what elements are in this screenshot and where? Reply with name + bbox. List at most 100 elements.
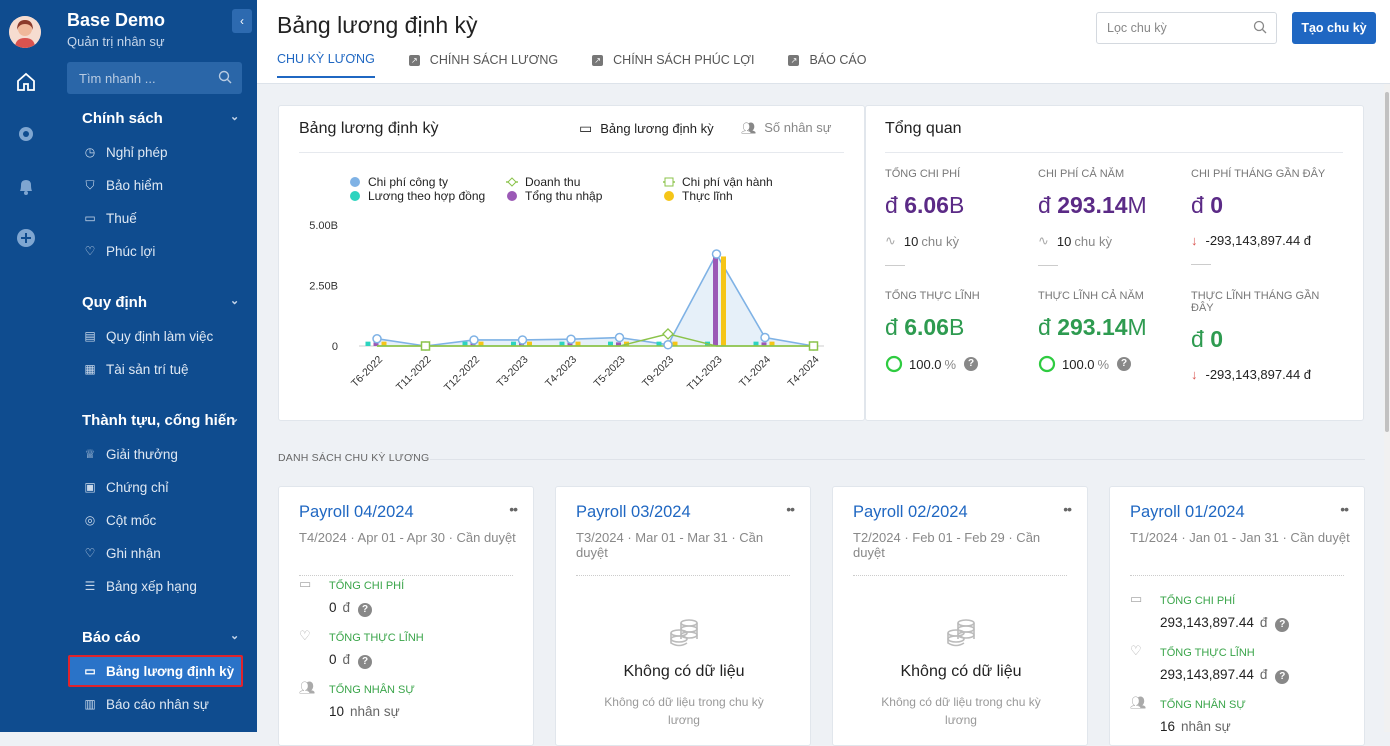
plus-circle-icon[interactable]: [14, 226, 38, 250]
payroll-desc: T1/2024 · Jan 01 - Jan 31 · Cần duyệt: [1130, 530, 1350, 545]
sidebar-item-giai-thuong[interactable]: ♕ Giải thưởng: [82, 446, 178, 462]
help-icon[interactable]: ?: [964, 357, 979, 371]
home-icon[interactable]: [14, 70, 38, 94]
external-link-icon: ↗: [788, 54, 800, 66]
more-icon[interactable]: ••: [1063, 501, 1072, 517]
y-tick-label: 2.50B: [309, 281, 338, 293]
folder-icon: ▭: [1130, 591, 1143, 606]
legend-swatch: [664, 191, 674, 201]
app-subtitle: Quản trị nhân sự: [67, 34, 165, 49]
sidebar-item-chung-chi[interactable]: ▣ Chứng chỉ: [82, 479, 168, 495]
more-icon[interactable]: ••: [1340, 501, 1349, 517]
sidebar-item-bang-xep-hang[interactable]: ☰ Bảng xếp hạng: [82, 578, 197, 594]
payroll-desc: T2/2024 · Feb 01 - Feb 29 · Cần duyệt: [853, 530, 1041, 560]
payroll-chart: 5.00B 2.50B 0 T6-2022 T11-2022 T12-2022 T3-202…: [309, 175, 824, 394]
data-point: [760, 332, 770, 343]
shield-icon: ⛉: [85, 177, 95, 192]
search-icon: [218, 70, 232, 87]
x-tick-label: T6-2022: [349, 354, 385, 390]
avatar[interactable]: [9, 16, 41, 48]
chevron-down-icon: ⌄: [230, 295, 240, 307]
external-link-icon: ↗: [592, 54, 604, 66]
data-point: [517, 335, 528, 345]
help-icon[interactable]: ?: [358, 655, 373, 669]
payroll-card[interactable]: Payroll 02/2024 •• T2/2024 · Feb 01 - Fe…: [832, 486, 1088, 746]
kpi-card: THỰC LĨNH CẢ NĂM đ 293.14M 100.0%?: [1038, 290, 1147, 373]
gear-icon[interactable]: [14, 122, 38, 146]
help-icon[interactable]: ?: [1275, 670, 1290, 684]
create-cycle-button[interactable]: Tạo chu kỳ: [1292, 12, 1376, 44]
switch-headcount[interactable]: 👥︎ Số nhân sự: [741, 120, 831, 135]
payroll-title[interactable]: Payroll 03/2024: [576, 503, 691, 522]
bell-icon[interactable]: [14, 174, 38, 198]
sidebar: Base Demo Quản trị nhân sự ‹ Tìm nhanh .…: [52, 0, 257, 732]
x-tick-label: T4-2023: [543, 354, 579, 390]
y-tick-label: 5.00B: [309, 220, 338, 232]
overview-panel: Tổng quan TỔNG CHI PHÍ đ 6.06B ∿ 10 chu kỳ CH…: [865, 105, 1364, 421]
legend-swatch: [350, 191, 360, 201]
legend-swatch: [664, 177, 674, 187]
tab-chinh-sach-phuc-loi[interactable]: ↗ CHÍNH SÁCH PHÚC LỢI: [592, 52, 754, 78]
help-icon[interactable]: ?: [1117, 357, 1132, 371]
bar-chart-icon: ▥: [84, 697, 96, 711]
sidebar-item-bao-cao-nhan-su[interactable]: ▥ Báo cáo nhân sự: [82, 696, 209, 712]
folder-icon: ▭: [84, 211, 96, 225]
data-point: [372, 333, 382, 344]
sidebar-item-bao-hiem[interactable]: ⛉ Bảo hiểm: [82, 177, 163, 193]
kpi-card: THỰC LĨNH THÁNG GẦN ĐÂY đ 0 ↓ -293,143,897.…: [1191, 290, 1320, 382]
data-point: [614, 332, 625, 343]
tab-chinh-sach-luong[interactable]: ↗ CHÍNH SÁCH LƯƠNG: [408, 52, 558, 78]
scrollbar[interactable]: [1384, 84, 1390, 732]
group-chinh-sach[interactable]: Chính sách ⌄: [82, 110, 239, 127]
more-icon[interactable]: ••: [509, 501, 518, 517]
x-tick-label: T5-2023: [591, 354, 627, 390]
chevron-left-icon[interactable]: ‹: [232, 9, 252, 33]
crown-icon: ♕: [84, 447, 96, 461]
more-icon[interactable]: ••: [786, 501, 795, 517]
payroll-title[interactable]: Payroll 04/2024: [299, 503, 414, 522]
tab-chu-ky-luong[interactable]: CHU KỲ LƯƠNG: [277, 52, 375, 78]
help-icon[interactable]: ?: [358, 603, 373, 617]
sidebar-item-quy-dinh-lam-viec[interactable]: ▤ Quy định làm việc: [82, 328, 213, 344]
switch-payroll[interactable]: ▭ Bảng lương định kỳ: [579, 120, 714, 137]
sidebar-item-thue[interactable]: ▭ Thuế: [82, 210, 136, 226]
filter-cycle-input[interactable]: Lọc chu kỳ: [1096, 12, 1277, 44]
sidebar-item-ghi-nhan[interactable]: ♡ Ghi nhận: [82, 545, 161, 561]
group-bao-cao[interactable]: Báo cáo ⌄: [82, 629, 239, 646]
payroll-card[interactable]: Payroll 04/2024 •• T4/2024 · Apr 01 - Ap…: [278, 486, 534, 746]
empty-title: Không có dữ liệu: [900, 663, 1022, 680]
x-tick-label: T1-2024: [737, 354, 773, 390]
overview-title: Tổng quan: [885, 120, 962, 137]
payroll-title[interactable]: Payroll 01/2024: [1130, 503, 1245, 522]
sidebar-item-bang-luong-dinh-ky[interactable]: ▭ Bảng lương định kỳ: [68, 655, 243, 687]
help-icon[interactable]: ?: [1275, 618, 1290, 632]
payroll-card[interactable]: Payroll 03/2024 •• T3/2024 · Mar 01 - Ma…: [555, 486, 811, 746]
tab-bao-cao[interactable]: ↗ BÁO CÁO: [788, 52, 866, 78]
payroll-title[interactable]: Payroll 02/2024: [853, 503, 968, 522]
pulse-icon: ∿: [1038, 233, 1049, 248]
kpi-card: TỔNG THỰC LĨNH đ 6.06B 100.0%?: [885, 290, 980, 373]
empty-title: Không có dữ liệu: [623, 663, 745, 680]
sidebar-item-tai-san-tri-tue[interactable]: ▦ Tài sản trí tuệ: [82, 361, 188, 377]
payroll-card[interactable]: Payroll 01/2024 •• T1/2024 · Jan 01 - Ja…: [1109, 486, 1365, 746]
x-tick-label: T11-2022: [394, 354, 434, 394]
payroll-desc: T3/2024 · Mar 01 - Mar 31 · Cần duyệt: [576, 530, 764, 560]
sidebar-item-cot-moc[interactable]: ◎ Cột mốc: [82, 512, 157, 528]
search-icon: [1253, 20, 1267, 37]
heart-icon: ♡: [84, 546, 96, 560]
group-thanh-tuu[interactable]: Thành tựu, cống hiến ⌄: [82, 412, 239, 429]
sidebar-item-nghi-phep[interactable]: ◷ Nghỉ phép: [82, 144, 168, 160]
kpi-card: CHI PHÍ THÁNG GẦN ĐÂY đ 0 ↓ -293,143,897.44…: [1191, 168, 1341, 265]
group-quy-dinh[interactable]: Quy định ⌄: [82, 294, 239, 311]
external-link-icon: ↗: [408, 54, 420, 66]
folder-icon: ▭: [299, 576, 312, 591]
payroll-desc: T4/2024 · Apr 01 - Apr 30 · Cần duyệt: [299, 530, 516, 545]
data-point: [808, 341, 819, 351]
icon-rail: [0, 0, 52, 732]
bar: [365, 341, 371, 346]
legend-swatch: [507, 191, 517, 201]
arrow-down-icon: ↓: [1191, 367, 1198, 382]
arrow-down-icon: ↓: [1191, 233, 1198, 248]
sidebar-search-input[interactable]: Tìm nhanh ...: [67, 62, 242, 94]
sidebar-item-phuc-loi[interactable]: ♡ Phúc lợi: [82, 243, 156, 259]
